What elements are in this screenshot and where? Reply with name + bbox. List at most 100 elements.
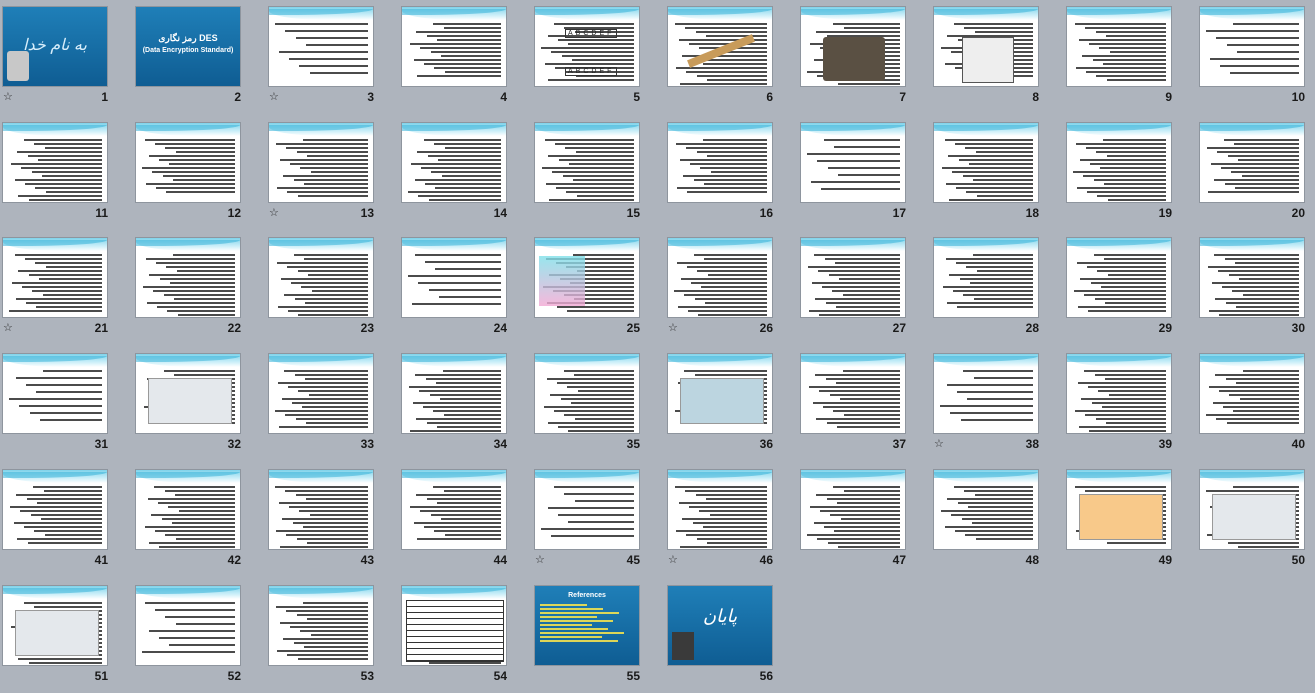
slide-thumbnail-34[interactable]: 34 <box>399 347 509 461</box>
slide-thumbnail-4[interactable]: 4 <box>399 0 509 114</box>
slide-preview[interactable] <box>135 122 241 203</box>
slide-thumbnail-35[interactable]: 35 <box>532 347 642 461</box>
slide-thumbnail-42[interactable]: 42 <box>133 463 243 577</box>
slide-preview[interactable] <box>933 469 1039 550</box>
slide-preview[interactable] <box>401 6 507 87</box>
slide-preview[interactable] <box>268 469 374 550</box>
slide-preview[interactable] <box>667 237 773 318</box>
slide-thumbnail-5[interactable]: ABCDEF ABCDEF 5 <box>532 0 642 114</box>
slide-preview[interactable] <box>135 585 241 666</box>
slide-thumbnail-10[interactable]: 10 <box>1197 0 1307 114</box>
slide-transition-icon[interactable]: ☆ <box>535 555 545 566</box>
slide-thumbnail-11[interactable]: 11 <box>0 116 110 230</box>
slide-thumbnail-40[interactable]: 40 <box>1197 347 1307 461</box>
slide-thumbnail-9[interactable]: 9 <box>1064 0 1174 114</box>
slide-thumbnail-30[interactable]: 30 <box>1197 231 1307 345</box>
slide-thumbnail-33[interactable]: 33 <box>266 347 376 461</box>
slide-preview[interactable]: پایان <box>667 585 773 666</box>
slide-preview[interactable] <box>667 469 773 550</box>
slide-preview[interactable] <box>135 353 241 434</box>
slide-preview[interactable] <box>933 6 1039 87</box>
slide-thumbnail-3[interactable]: 3 ☆ <box>266 0 376 114</box>
slide-preview[interactable] <box>667 6 773 87</box>
slide-preview[interactable] <box>1199 122 1305 203</box>
slide-thumbnail-7[interactable]: 7 <box>798 0 908 114</box>
slide-thumbnail-31[interactable]: 31 <box>0 347 110 461</box>
slide-thumbnail-21[interactable]: 21 ☆ <box>0 231 110 345</box>
slide-preview[interactable] <box>667 122 773 203</box>
slide-transition-icon[interactable]: ☆ <box>668 555 678 566</box>
slide-preview[interactable] <box>401 237 507 318</box>
slide-preview[interactable] <box>2 585 108 666</box>
slide-thumbnail-48[interactable]: 48 <box>931 463 1041 577</box>
slide-thumbnail-2[interactable]: رمز نگاری DES (Data Encryption Standard) 2 <box>133 0 243 114</box>
slide-preview[interactable] <box>401 585 507 666</box>
slide-preview[interactable]: ABCDEF ABCDEF <box>534 6 640 87</box>
slide-preview[interactable] <box>135 237 241 318</box>
slide-thumbnail-55[interactable]: References 55 <box>532 579 642 693</box>
slide-transition-icon[interactable]: ☆ <box>934 439 944 450</box>
slide-preview[interactable] <box>2 353 108 434</box>
slide-thumbnail-50[interactable]: 50 <box>1197 463 1307 577</box>
slide-thumbnail-38[interactable]: 38 ☆ <box>931 347 1041 461</box>
slide-preview[interactable]: References <box>534 585 640 666</box>
slide-thumbnail-19[interactable]: 19 <box>1064 116 1174 230</box>
slide-thumbnail-41[interactable]: 41 <box>0 463 110 577</box>
slide-thumbnail-8[interactable]: 8 <box>931 0 1041 114</box>
slide-preview[interactable] <box>534 469 640 550</box>
slide-preview[interactable] <box>800 469 906 550</box>
slide-preview[interactable] <box>268 237 374 318</box>
slide-preview[interactable] <box>800 122 906 203</box>
slide-transition-icon[interactable]: ☆ <box>3 92 13 103</box>
slide-thumbnail-36[interactable]: 36 <box>665 347 775 461</box>
slide-thumbnail-29[interactable]: 29 <box>1064 231 1174 345</box>
slide-transition-icon[interactable]: ☆ <box>668 323 678 334</box>
slide-preview[interactable] <box>1199 6 1305 87</box>
slide-preview[interactable]: رمز نگاری DES (Data Encryption Standard) <box>135 6 241 87</box>
slide-thumbnail-27[interactable]: 27 <box>798 231 908 345</box>
slide-thumbnail-37[interactable]: 37 <box>798 347 908 461</box>
slide-thumbnail-39[interactable]: 39 <box>1064 347 1174 461</box>
slide-thumbnail-13[interactable]: 13 ☆ <box>266 116 376 230</box>
slide-thumbnail-12[interactable]: 12 <box>133 116 243 230</box>
slide-thumbnail-32[interactable]: 32 <box>133 347 243 461</box>
slide-thumbnail-18[interactable]: 18 <box>931 116 1041 230</box>
slide-preview[interactable] <box>933 353 1039 434</box>
slide-preview[interactable] <box>2 122 108 203</box>
slide-preview[interactable] <box>268 353 374 434</box>
slide-transition-icon[interactable]: ☆ <box>269 208 279 219</box>
slide-preview[interactable] <box>1066 122 1172 203</box>
slide-thumbnail-17[interactable]: 17 <box>798 116 908 230</box>
slide-thumbnail-53[interactable]: 53 <box>266 579 376 693</box>
slide-preview[interactable] <box>401 122 507 203</box>
slide-thumbnail-16[interactable]: 16 <box>665 116 775 230</box>
slide-thumbnail-43[interactable]: 43 <box>266 463 376 577</box>
slide-thumbnail-15[interactable]: 15 <box>532 116 642 230</box>
slide-preview[interactable] <box>667 353 773 434</box>
slide-preview[interactable] <box>401 469 507 550</box>
slide-thumbnail-6[interactable]: 6 <box>665 0 775 114</box>
slide-preview[interactable] <box>933 122 1039 203</box>
slide-thumbnail-44[interactable]: 44 <box>399 463 509 577</box>
slide-thumbnail-28[interactable]: 28 <box>931 231 1041 345</box>
slide-thumbnail-47[interactable]: 47 <box>798 463 908 577</box>
slide-thumbnail-49[interactable]: 49 <box>1064 463 1174 577</box>
slide-preview[interactable] <box>1066 469 1172 550</box>
slide-preview[interactable] <box>1199 353 1305 434</box>
slide-thumbnail-14[interactable]: 14 <box>399 116 509 230</box>
slide-thumbnail-26[interactable]: 26 ☆ <box>665 231 775 345</box>
slide-preview[interactable] <box>268 585 374 666</box>
slide-transition-icon[interactable]: ☆ <box>3 323 13 334</box>
slide-thumbnail-20[interactable]: 20 <box>1197 116 1307 230</box>
slide-preview[interactable] <box>2 469 108 550</box>
slide-thumbnail-54[interactable]: 54 <box>399 579 509 693</box>
slide-thumbnail-25[interactable]: 25 <box>532 231 642 345</box>
slide-preview[interactable] <box>933 237 1039 318</box>
slide-thumbnail-56[interactable]: پایان 56 <box>665 579 775 693</box>
slide-preview[interactable] <box>800 6 906 87</box>
slide-preview[interactable] <box>268 122 374 203</box>
slide-preview[interactable] <box>534 237 640 318</box>
slide-transition-icon[interactable]: ☆ <box>269 92 279 103</box>
slide-thumbnail-51[interactable]: 51 <box>0 579 110 693</box>
slide-thumbnail-46[interactable]: 46 ☆ <box>665 463 775 577</box>
